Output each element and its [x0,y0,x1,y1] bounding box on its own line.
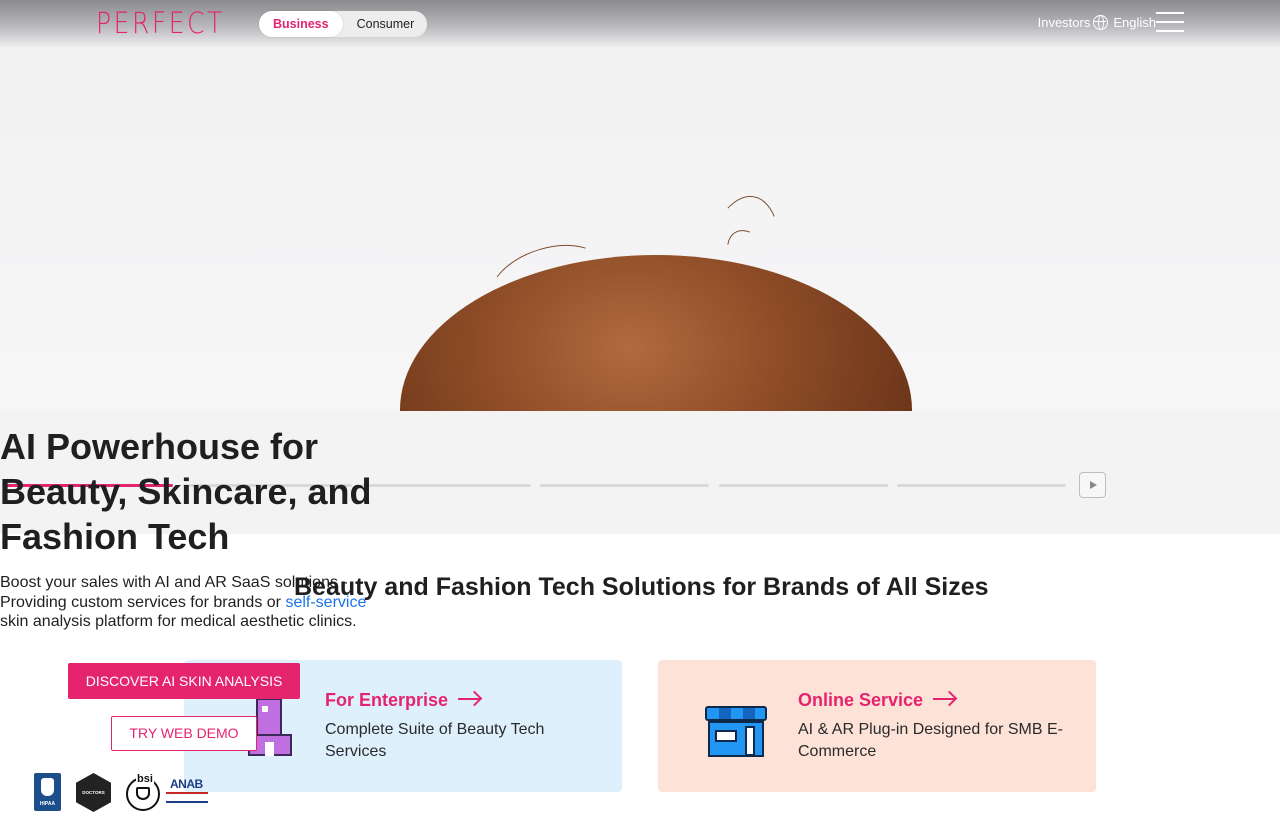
self-service-link[interactable]: self-service [285,594,366,611]
kitemark-icon [136,787,150,800]
carousel-progress-3[interactable] [362,484,531,487]
investors-link[interactable]: Investors [1038,15,1091,30]
hero-title: AI Powerhouse for Beauty, Skincare, and … [0,426,372,557]
nav-right: Investors English [1038,12,1184,32]
segment-consumer[interactable]: Consumer [343,11,429,37]
anab-badge: ANAB [166,773,208,811]
enterprise-card-title-text: For Enterprise [325,690,449,710]
perfect-logo[interactable]: PERFECT [96,6,225,40]
hair-image [400,255,912,411]
carousel-progress-4[interactable] [540,484,709,487]
carousel-progress-5[interactable] [719,484,888,487]
online-service-card-description: AI & AR Plug-in Designed for SMB E-Comme… [798,721,1063,760]
discover-ai-skin-analysis-button[interactable]: DISCOVER AI SKIN ANALYSIS [68,663,300,699]
enterprise-card-description: Complete Suite of Beauty Tech Services [325,721,545,760]
online-service-card-title-text: Online Service [798,690,924,710]
top-navigation: PERFECT Business Consumer Investors Engl… [0,0,1280,48]
segment-business[interactable]: Business [259,11,343,37]
hero-description: Boost your sales with AI and AR SaaS sol… [0,573,370,632]
hamburger-menu-icon[interactable] [1156,12,1184,32]
doctors-badge-text: DOCTORS [82,790,105,795]
hipaa-badge: HIPAA [34,773,61,811]
language-selector[interactable]: English [1113,15,1156,30]
hero-description-text-end: skin analysis platform for medical aesth… [0,613,357,630]
hipaa-badge-text: HIPAA [39,801,56,807]
online-service-card-title[interactable]: Online Service [798,690,956,711]
section-title: Beauty and Fashion Tech Solutions for Br… [294,573,989,601]
arrow-right-icon [458,698,481,701]
bsi-badge-text: bsi [136,773,154,785]
enterprise-card-title[interactable]: For Enterprise [325,690,481,711]
globe-icon[interactable] [1093,14,1109,30]
hero-image [0,0,1280,411]
arrow-right-icon [933,698,956,701]
carousel-progress-6[interactable] [897,484,1066,487]
verified-by-doctors-badge: DOCTORS [76,773,111,812]
store-icon [705,706,767,758]
anab-badge-text: ANAB [170,777,203,791]
bsi-badge: bsi [126,773,161,811]
try-web-demo-button[interactable]: TRY WEB DEMO [111,716,257,751]
audience-switch: Business Consumer [259,11,427,37]
carousel-play-button[interactable] [1079,472,1106,498]
